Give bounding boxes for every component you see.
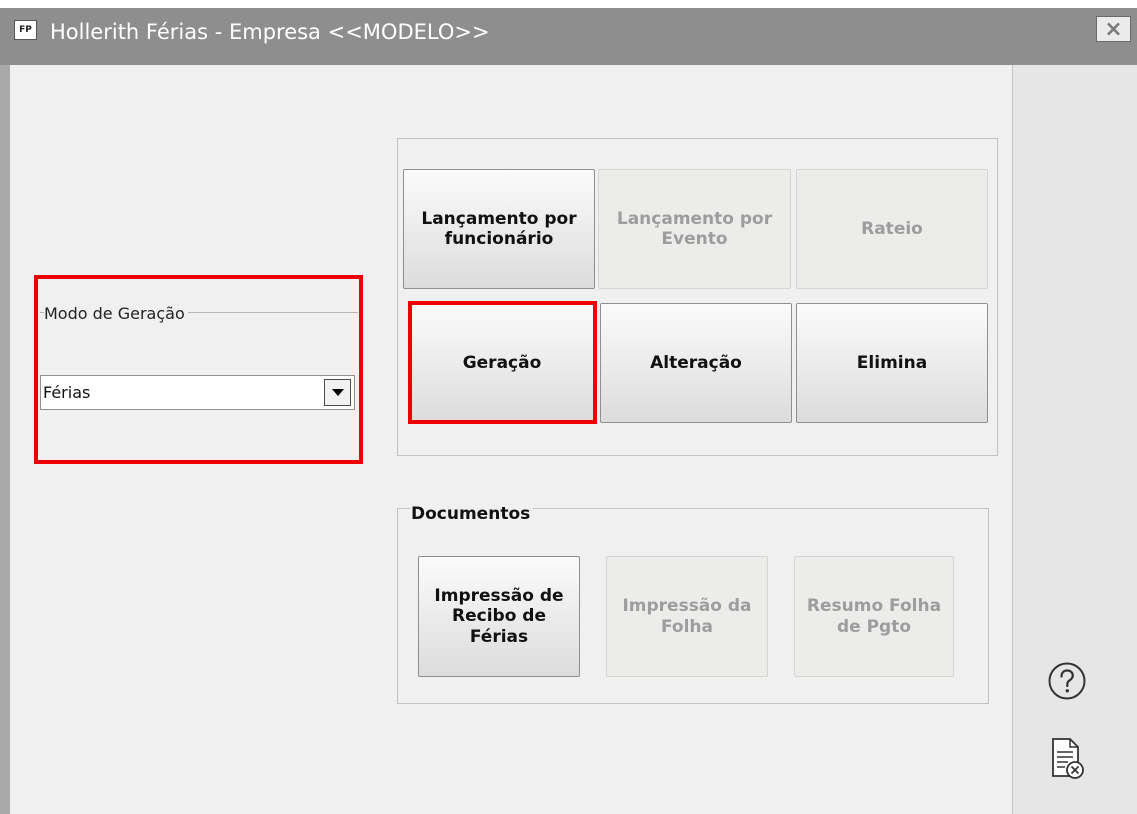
window-title: Hollerith Férias - Empresa <<MODELO>> <box>50 20 490 44</box>
impressao-folha-label: Impressão da Folha <box>622 596 752 637</box>
right-side-panel <box>1012 65 1137 814</box>
window-left-border <box>0 65 10 814</box>
close-button[interactable]: × <box>1096 16 1131 42</box>
rateio-button[interactable]: Rateio <box>796 169 988 289</box>
app-icon: FP <box>14 20 37 40</box>
alteracao-button[interactable]: Alteração <box>600 303 792 423</box>
lancamento-por-evento-button[interactable]: Lançamento por Evento <box>598 169 791 289</box>
lancamento-por-evento-label: Lançamento por Evento <box>616 208 773 249</box>
geracao-highlight-box <box>408 301 597 424</box>
impressao-recibo-ferias-button[interactable]: Impressão de Recibo de Férias <box>418 556 580 677</box>
help-icon[interactable] <box>1047 661 1087 701</box>
lancamento-por-funcionario-label: Lançamento por funcionário <box>421 208 577 249</box>
close-icon: × <box>1104 16 1123 42</box>
modo-geracao-highlight-box <box>34 275 363 464</box>
resumo-folha-pgto-label: Resumo Folha de Pgto <box>806 596 942 637</box>
documentos-label: Documentos <box>410 502 534 526</box>
resumo-folha-pgto-button[interactable]: Resumo Folha de Pgto <box>794 556 954 677</box>
document-close-icon[interactable] <box>1050 737 1086 781</box>
elimina-label: Elimina <box>856 352 928 373</box>
impressao-folha-button[interactable]: Impressão da Folha <box>606 556 768 677</box>
impressao-recibo-ferias-label: Impressão de Recibo de Férias <box>434 585 564 647</box>
rateio-label: Rateio <box>861 218 923 239</box>
elimina-button[interactable]: Elimina <box>796 303 988 423</box>
alteracao-label: Alteração <box>650 352 742 373</box>
lancamento-por-funcionario-button[interactable]: Lançamento por funcionário <box>403 169 595 289</box>
